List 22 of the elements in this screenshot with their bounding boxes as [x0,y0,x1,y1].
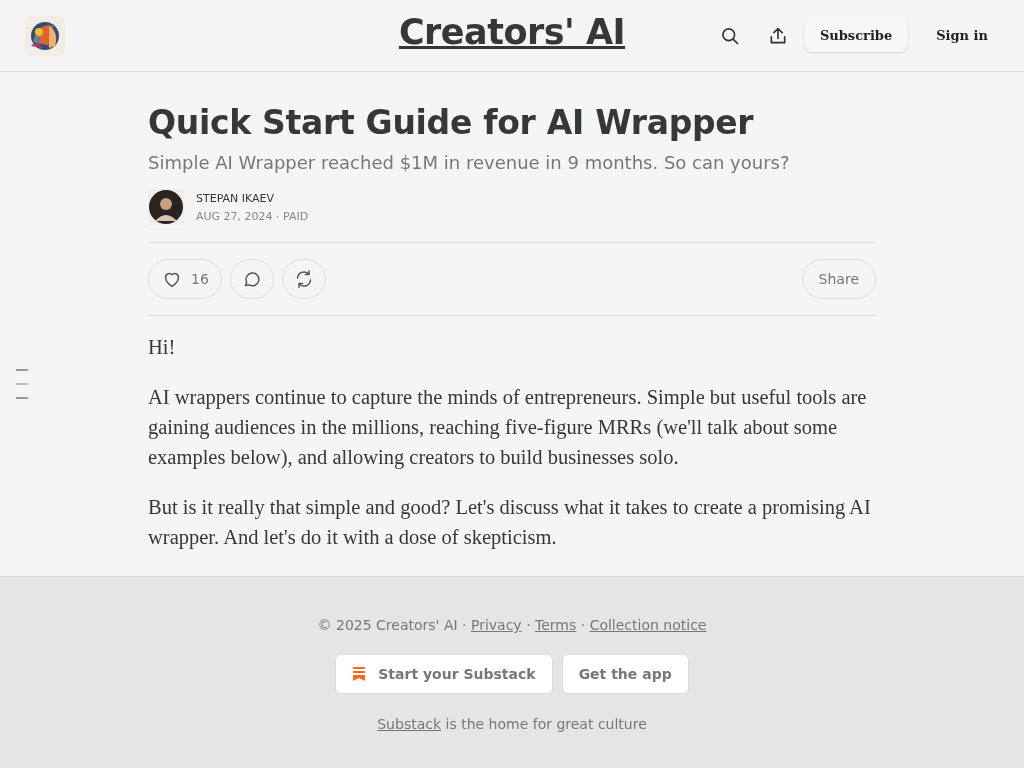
paragraph: Hi! [148,335,177,360]
footer-link[interactable]: Terms [535,617,577,633]
toc-icon[interactable] [16,369,30,401]
avatar[interactable] [148,189,184,225]
paragraph: AI wrappers continue to capture the minds of entrepreneurs. Simple but useful tools are gaining audiences in the millions, reaching five-figure MRRs (we'll talk about some examples below), and allowing creators to build businesses solo. [148,385,868,471]
footer-link[interactable]: Privacy [470,617,522,633]
post-subtitle: Simple AI Wrapper reached $1M in revenue in 9 months. So can yours? [148,152,791,173]
paragraph: But is it really that simple and good? Let's discuss what it takes to create a promising AI wrapper. And let's do it with a dose of skepticism. [148,495,872,551]
start-substack-button[interactable]: Start your Substack [335,654,553,694]
footer-link[interactable]: Collection notice [589,617,707,633]
post-title: Quick Start Guide for AI Wrapper [148,102,755,144]
subscribe-button[interactable]: Subscribe [803,19,909,52]
author-name[interactable]: STEPAN IKAEV [196,191,309,205]
bookmark-icon [352,666,367,682]
footer-tagline: Substack is the home for great culture [377,716,647,732]
sign-in-button[interactable]: Sign in [920,19,1004,52]
footer-notice: © 2025 Creators' AI · Privacy · Terms · Collection notice [317,617,707,633]
site-title[interactable]: Creators' AI [398,12,626,52]
search-icon[interactable] [719,25,740,46]
get-app-button[interactable]: Get the app [561,654,689,694]
post-date: AUG 27, 2024 · PAID [196,209,309,223]
substack-link[interactable]: Substack [377,716,442,732]
